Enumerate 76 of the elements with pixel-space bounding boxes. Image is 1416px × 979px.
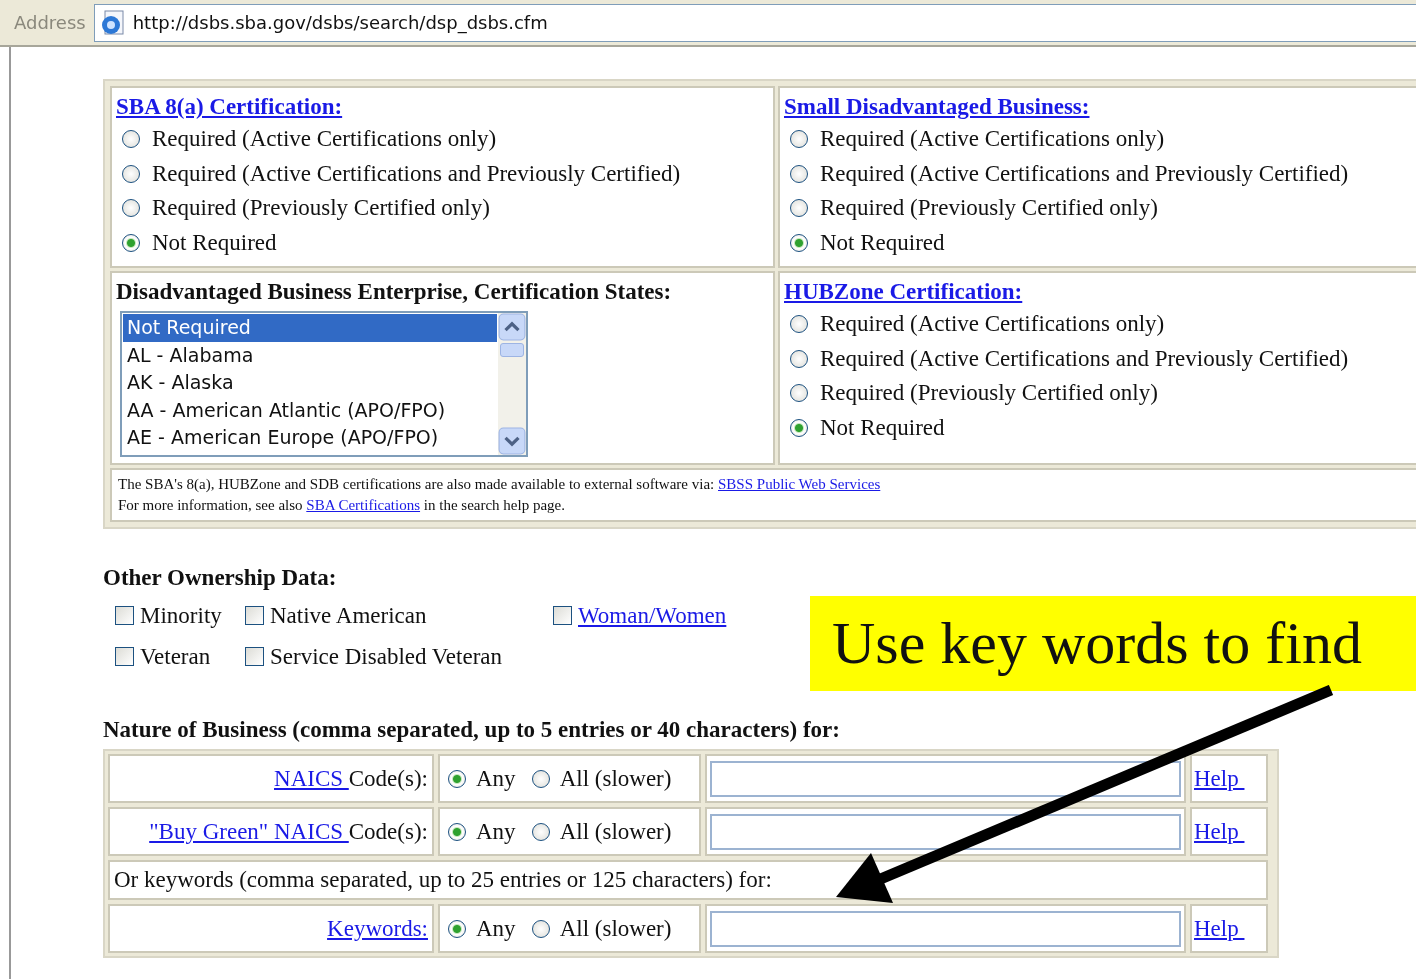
option-label: Required (Active Certifications only) [152,126,497,153]
text-field[interactable] [710,813,1181,850]
option-label: Not Required [820,229,945,256]
section-title: Other Ownership Data: [103,565,338,591]
checkbox-label: Service Disabled Veteran [270,643,503,670]
note-text: Or keywords (comma separated, up to 25 entries or 125 characters) for: [114,867,772,893]
checkbox-label: Native American [270,602,427,629]
field-link[interactable]: "Buy Green" NAICS [149,818,349,845]
section-link[interactable]: HUBZone Certification: [784,277,1023,307]
radio-button[interactable] [790,199,808,218]
radio-button[interactable] [790,418,808,437]
checkbox[interactable] [245,647,264,666]
option-label: Not Required [152,229,277,256]
note-text: For more information, see also SBA Certifications in the search help page. [118,496,566,515]
radio-button[interactable] [122,233,140,252]
callout-banner: Use key words to find [810,596,1416,691]
radio-button[interactable] [122,164,140,183]
list-item[interactable]: AA - American Atlantic (APO/FPO) [123,396,497,425]
checkbox-label: Veteran [140,643,211,670]
text-field[interactable] [710,910,1181,947]
list-item[interactable]: AL - Alabama [123,341,497,370]
radio-button[interactable] [448,769,466,788]
section-link[interactable]: SBA 8(a) Certification: [116,92,343,122]
radio-button[interactable] [790,315,808,334]
note-link[interactable]: SBSS Public Web Services [718,476,881,492]
list-item[interactable]: AE - American Europe (APO/FPO) [123,424,497,452]
field-label: Code(s): [348,818,428,845]
section-link[interactable]: Small Disadvantaged Business: [784,92,1090,122]
option-label: Required (Previously Certified only) [820,195,1158,222]
radio-button[interactable] [122,199,140,218]
option-label: Required (Active Certifications and Previously Certified) [820,345,1349,372]
section-title: Disadvantaged Business Enterprise, Certification States: [116,278,673,306]
text-field[interactable] [710,760,1181,797]
option-label: Required (Active Certifications and Previously Certified) [152,160,681,187]
option-label: All (slower) [559,915,672,942]
scrollbar-thumb[interactable] [500,343,524,357]
option-label: All (slower) [559,765,672,792]
option-label: Any [476,915,516,942]
radio-button[interactable] [790,233,808,252]
radio-button[interactable] [448,822,466,841]
checkbox[interactable] [245,606,264,625]
option-label: Any [476,818,516,845]
radio-button[interactable] [790,384,808,403]
scrollbar[interactable] [498,313,526,455]
radio-button[interactable] [122,130,140,149]
section-title: Nature of Business (comma separated, up to 5 entries or 40 characters) for: [103,717,841,743]
radio-button[interactable] [790,164,808,183]
option-label: Required (Active Certifications only) [820,126,1165,153]
list-item[interactable]: AK - Alaska [123,369,497,397]
state-listbox[interactable]: Not Required AL - Alabama AK - Alaska AA - American Atlantic (APO/FPO) AE - American Europe (APO/FPO) [120,311,528,457]
address-label: Address [14,12,86,33]
option-label: All (slower) [559,818,672,845]
list-item[interactable]: Not Required [123,314,497,342]
checkbox[interactable] [553,606,572,625]
option-label: Required (Previously Certified only) [152,195,490,222]
checkbox[interactable] [115,647,134,666]
radio-button[interactable] [790,349,808,368]
radio-button[interactable] [531,769,550,788]
address-field[interactable]: http://dsbs.sba.gov/dsbs/search/dsp_dsbs.cfm [93,3,1416,42]
field-link[interactable]: NAICS [274,765,349,792]
checkbox[interactable] [115,606,134,625]
option-label: Any [476,765,516,792]
note-link[interactable]: SBA Certifications [306,497,421,513]
note-text: The SBA's 8(a), HUBZone and SDB certifications are also made available to external software via: SBSS Public Web Services [118,475,882,494]
option-label: Required (Active Certifications and Previously Certified) [820,160,1349,187]
radio-button[interactable] [790,130,808,149]
radio-button[interactable] [531,919,550,938]
field-label: Code(s): [348,765,428,792]
radio-button[interactable] [531,822,550,841]
field-link[interactable]: Keywords: [327,915,428,942]
option-label: Required (Active Certifications only) [820,311,1165,338]
checkbox-label: Minority [140,602,222,629]
option-label: Required (Previously Certified only) [820,380,1158,407]
option-label: Not Required [820,414,945,441]
radio-button[interactable] [448,919,466,938]
checkbox-link[interactable]: Woman/Women [578,602,727,629]
